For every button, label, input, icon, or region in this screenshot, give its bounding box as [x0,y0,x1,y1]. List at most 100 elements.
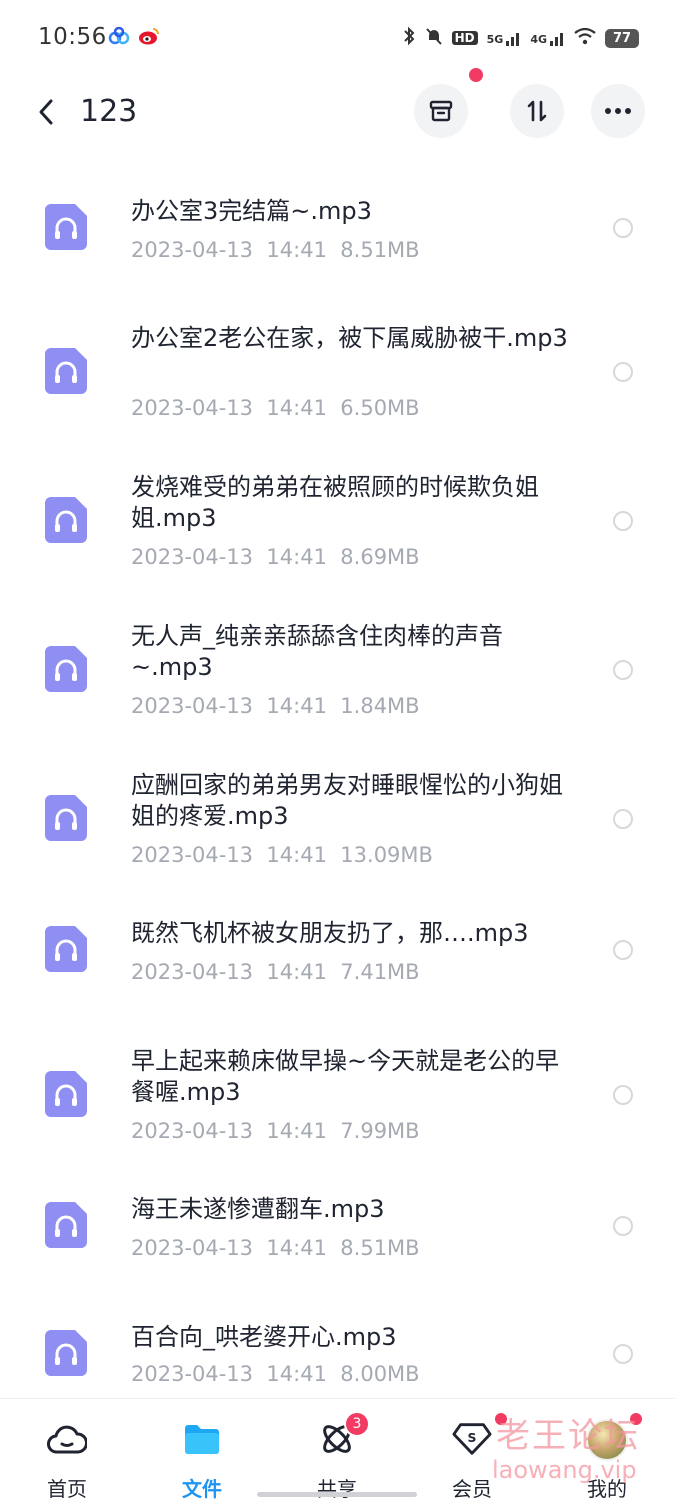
select-checkbox[interactable] [613,1216,633,1236]
select-checkbox[interactable] [613,940,633,960]
sort-button[interactable] [510,84,564,138]
archive-button[interactable] [414,84,468,138]
select-checkbox[interactable] [613,218,633,238]
cloud-icon [47,1419,87,1459]
file-name: 办公室3完结篇~.mp3 [131,197,372,225]
audio-file-icon [45,926,87,972]
audio-file-icon [45,795,87,841]
file-item[interactable]: 应酬回家的弟弟男友对睡眼惺忪的小狗姐姐的疼爱.mp3 2023-04-13 14… [0,767,675,877]
audio-file-icon [45,646,87,692]
file-item[interactable]: 海王未遂惨遭翻车.mp3 2023-04-13 14:41 8.51MB [0,1192,675,1282]
file-time: 14:41 [266,545,327,569]
file-size: 8.00MB [340,1362,420,1386]
audio-file-icon [45,204,87,250]
vip-dot [495,1413,507,1425]
nav-label: 文件 [182,1477,222,1500]
folder-icon [182,1419,222,1459]
select-checkbox[interactable] [613,362,633,382]
signal-4g-label: 4G [530,33,547,46]
page-title: 123 [80,94,138,129]
archive-icon [429,100,453,122]
back-button[interactable] [28,90,64,134]
nav-label: 会员 [452,1477,492,1500]
file-size: 8.51MB [340,1236,420,1260]
file-item[interactable]: 既然飞机杯被女朋友扔了，那….mp3 2023-04-13 14:41 7.41… [0,916,675,1026]
file-time: 14:41 [266,1362,327,1386]
file-time: 14:41 [266,1236,327,1260]
file-name: 无人声_纯亲亲舔舔含住肉棒的声音~.mp3 [131,622,503,681]
signal-5g-icon: 5G [487,30,522,46]
file-time: 14:41 [266,396,327,420]
chevron-left-icon [39,99,53,125]
file-size: 13.09MB [340,843,433,867]
audio-file-icon [45,1071,87,1117]
select-checkbox[interactable] [613,1344,633,1364]
mute-bell-icon [425,26,443,50]
nav-item-share[interactable]: 3 共享 [292,1399,382,1500]
nav-item-files[interactable]: 文件 [157,1399,247,1500]
file-meta: 2023-04-13 14:41 13.09MB [131,843,433,867]
battery-indicator: 77 [605,28,639,48]
file-date: 2023-04-13 [131,1236,254,1260]
more-icon [605,108,631,114]
audio-file-icon [45,1202,87,1248]
signal-4g-icon: 4G [530,30,565,46]
file-meta: 2023-04-13 14:41 7.99MB [131,1119,420,1143]
file-date: 2023-04-13 [131,694,254,718]
file-date: 2023-04-13 [131,960,254,984]
file-meta: 2023-04-13 14:41 8.51MB [131,238,420,262]
nav-label: 首页 [47,1477,87,1500]
status-time: 10:56 [38,24,107,50]
file-name: 早上起来赖床做早操~今天就是老公的早餐喔.mp3 [131,1047,560,1106]
file-date: 2023-04-13 [131,396,254,420]
baidu-netdisk-icon [108,26,130,50]
file-name: 既然飞机杯被女朋友扔了，那….mp3 [131,919,529,947]
share-badge: 3 [344,1411,370,1437]
nav-label: 我的 [587,1477,627,1500]
status-bar: 10:56 HD 5G 4G 77 [0,0,675,76]
file-item[interactable]: 百合向_哄老婆开心.mp3 2023-04-13 14:41 8.00MB [0,1320,675,1400]
weibo-icon [138,26,160,50]
file-size: 8.51MB [340,238,420,262]
audio-file-icon [45,497,87,543]
file-time: 14:41 [266,843,327,867]
file-meta: 2023-04-13 14:41 7.41MB [131,960,420,984]
file-meta: 2023-04-13 14:41 8.69MB [131,545,420,569]
select-checkbox[interactable] [613,511,633,531]
file-size: 1.84MB [340,694,420,718]
file-date: 2023-04-13 [131,545,254,569]
status-app-icons [108,26,160,50]
hd-icon: HD [451,31,478,45]
file-item[interactable]: 发烧难受的弟弟在被照顾的时候欺负姐姐.mp3 2023-04-13 14:41 … [0,469,675,579]
file-size: 7.41MB [340,960,420,984]
file-item[interactable]: 办公室2老公在家，被下属威胁被干.mp3 2023-04-13 14:41 6.… [0,320,675,430]
more-button[interactable] [591,84,645,138]
signal-5g-label: 5G [486,33,504,46]
file-item[interactable]: 无人声_纯亲亲舔舔含住肉棒的声音~.mp3 2023-04-13 14:41 1… [0,618,675,728]
file-size: 7.99MB [340,1119,420,1143]
file-item[interactable]: 办公室3完结篇~.mp3 2023-04-13 14:41 8.51MB [0,188,675,298]
nav-item-home[interactable]: 首页 [22,1399,112,1500]
select-checkbox[interactable] [613,809,633,829]
file-date: 2023-04-13 [131,843,254,867]
file-date: 2023-04-13 [131,1362,254,1386]
audio-file-icon [45,1330,87,1376]
file-date: 2023-04-13 [131,1119,254,1143]
bottom-nav: 首页 文件 3 共享 S 会员 我的 [0,1398,675,1500]
sort-icon [527,100,547,122]
file-size: 8.69MB [340,545,420,569]
file-item[interactable]: 早上起来赖床做早操~今天就是老公的早餐喔.mp3 2023-04-13 14:4… [0,1043,675,1153]
home-indicator [257,1492,417,1497]
select-checkbox[interactable] [613,1085,633,1105]
file-date: 2023-04-13 [131,238,254,262]
file-name: 发烧难受的弟弟在被照顾的时候欺负姐姐.mp3 [131,473,539,532]
me-dot [630,1413,642,1425]
nav-item-me[interactable]: 我的 [562,1399,652,1500]
avatar [586,1419,628,1461]
vip-diamond-icon: S [452,1419,492,1459]
audio-file-icon [45,348,87,394]
file-time: 14:41 [266,1119,327,1143]
file-name: 办公室2老公在家，被下属威胁被干.mp3 [131,324,568,352]
nav-item-vip[interactable]: S 会员 [427,1399,517,1500]
select-checkbox[interactable] [613,660,633,680]
